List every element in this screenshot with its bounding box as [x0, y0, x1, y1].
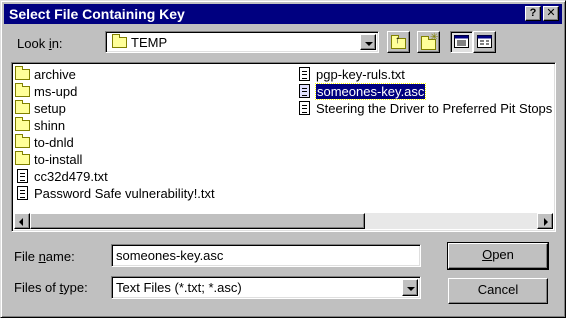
- file-name: to-dnld: [34, 135, 74, 150]
- list-item[interactable]: someones-key.asc: [296, 83, 552, 100]
- file-name: Steering the Driver to Preferred Pit Sto…: [316, 101, 553, 116]
- folder-icon: [112, 34, 127, 48]
- list-item[interactable]: cc32d479.txt: [14, 168, 215, 185]
- file-name: ms-upd: [34, 84, 78, 99]
- text-file-icon: [299, 101, 310, 115]
- up-one-level-button[interactable]: ↑: [387, 31, 410, 53]
- list-view-icon: [454, 35, 469, 48]
- file-name-value: someones-key.asc: [116, 248, 224, 263]
- list-item[interactable]: to-dnld: [14, 134, 215, 151]
- file-type-value: Text Files (*.txt; *.asc): [116, 280, 242, 295]
- scroll-left-button[interactable]: [14, 213, 30, 229]
- title-bar[interactable]: Select File Containing Key ? ✕: [4, 4, 562, 24]
- file-list-column-2: pgp-key-ruls.txt someones-key.asc Steering…: [296, 66, 552, 117]
- folder-icon: [15, 134, 30, 148]
- window-title: Select File Containing Key: [9, 6, 185, 22]
- details-view-icon: [477, 35, 492, 48]
- file-list-column-1: archive ms-upd setup shinn to-dnld to-install…: [14, 66, 215, 202]
- folder-icon: [15, 117, 30, 131]
- file-type-dropdown-button[interactable]: [402, 279, 418, 296]
- list-item[interactable]: ms-upd: [14, 83, 215, 100]
- list-view-button[interactable]: [450, 31, 473, 53]
- file-name-label: File name:: [14, 249, 75, 264]
- file-list[interactable]: archive ms-upd setup shinn to-dnld to-install…: [11, 62, 556, 232]
- folder-icon: [15, 66, 30, 80]
- folder-icon: [15, 100, 30, 114]
- list-item[interactable]: shinn: [14, 117, 215, 134]
- list-item[interactable]: Steering the Driver to Preferred Pit Sto…: [296, 100, 552, 117]
- list-item[interactable]: archive: [14, 66, 215, 83]
- scroll-thumb[interactable]: [30, 213, 365, 229]
- file-name: setup: [34, 101, 66, 116]
- file-name: someones-key.asc: [314, 83, 427, 100]
- file-type-combo[interactable]: Text Files (*.txt; *.asc): [111, 276, 421, 299]
- file-name: Password Safe vulnerability!.txt: [34, 186, 215, 201]
- cancel-button[interactable]: Cancel: [448, 278, 548, 304]
- open-button[interactable]: Open: [447, 242, 549, 270]
- file-name-field[interactable]: someones-key.asc: [111, 244, 421, 267]
- text-file-icon: [17, 186, 28, 200]
- file-name: pgp-key-ruls.txt: [316, 67, 405, 82]
- list-item[interactable]: setup: [14, 100, 215, 117]
- file-name: archive: [34, 67, 76, 82]
- file-name: to-install: [34, 152, 83, 167]
- look-in-label: Look in:: [17, 36, 63, 51]
- horizontal-scrollbar[interactable]: [14, 213, 553, 229]
- file-type-label: Files of type:: [14, 280, 88, 295]
- text-file-icon: [299, 67, 310, 81]
- look-in-dropdown-button[interactable]: [360, 34, 376, 50]
- new-folder-button[interactable]: ✳: [417, 31, 440, 53]
- text-file-icon: [17, 169, 28, 183]
- list-item[interactable]: pgp-key-ruls.txt: [296, 66, 552, 83]
- file-name: shinn: [34, 118, 66, 133]
- close-button[interactable]: ✕: [543, 6, 559, 21]
- scroll-right-button[interactable]: [537, 213, 553, 229]
- list-item[interactable]: Password Safe vulnerability!.txt: [14, 185, 215, 202]
- folder-icon: [15, 83, 30, 97]
- file-dialog: Select File Containing Key ? ✕ Look in: …: [0, 0, 566, 318]
- key-file-icon: [299, 84, 310, 98]
- file-name: cc32d479.txt: [34, 169, 108, 184]
- look-in-value: TEMP: [112, 34, 167, 50]
- list-item[interactable]: to-install: [14, 151, 215, 168]
- help-button[interactable]: ?: [525, 6, 541, 21]
- folder-icon: [15, 151, 30, 165]
- details-view-button[interactable]: [473, 31, 496, 53]
- look-in-combo[interactable]: TEMP: [105, 31, 379, 53]
